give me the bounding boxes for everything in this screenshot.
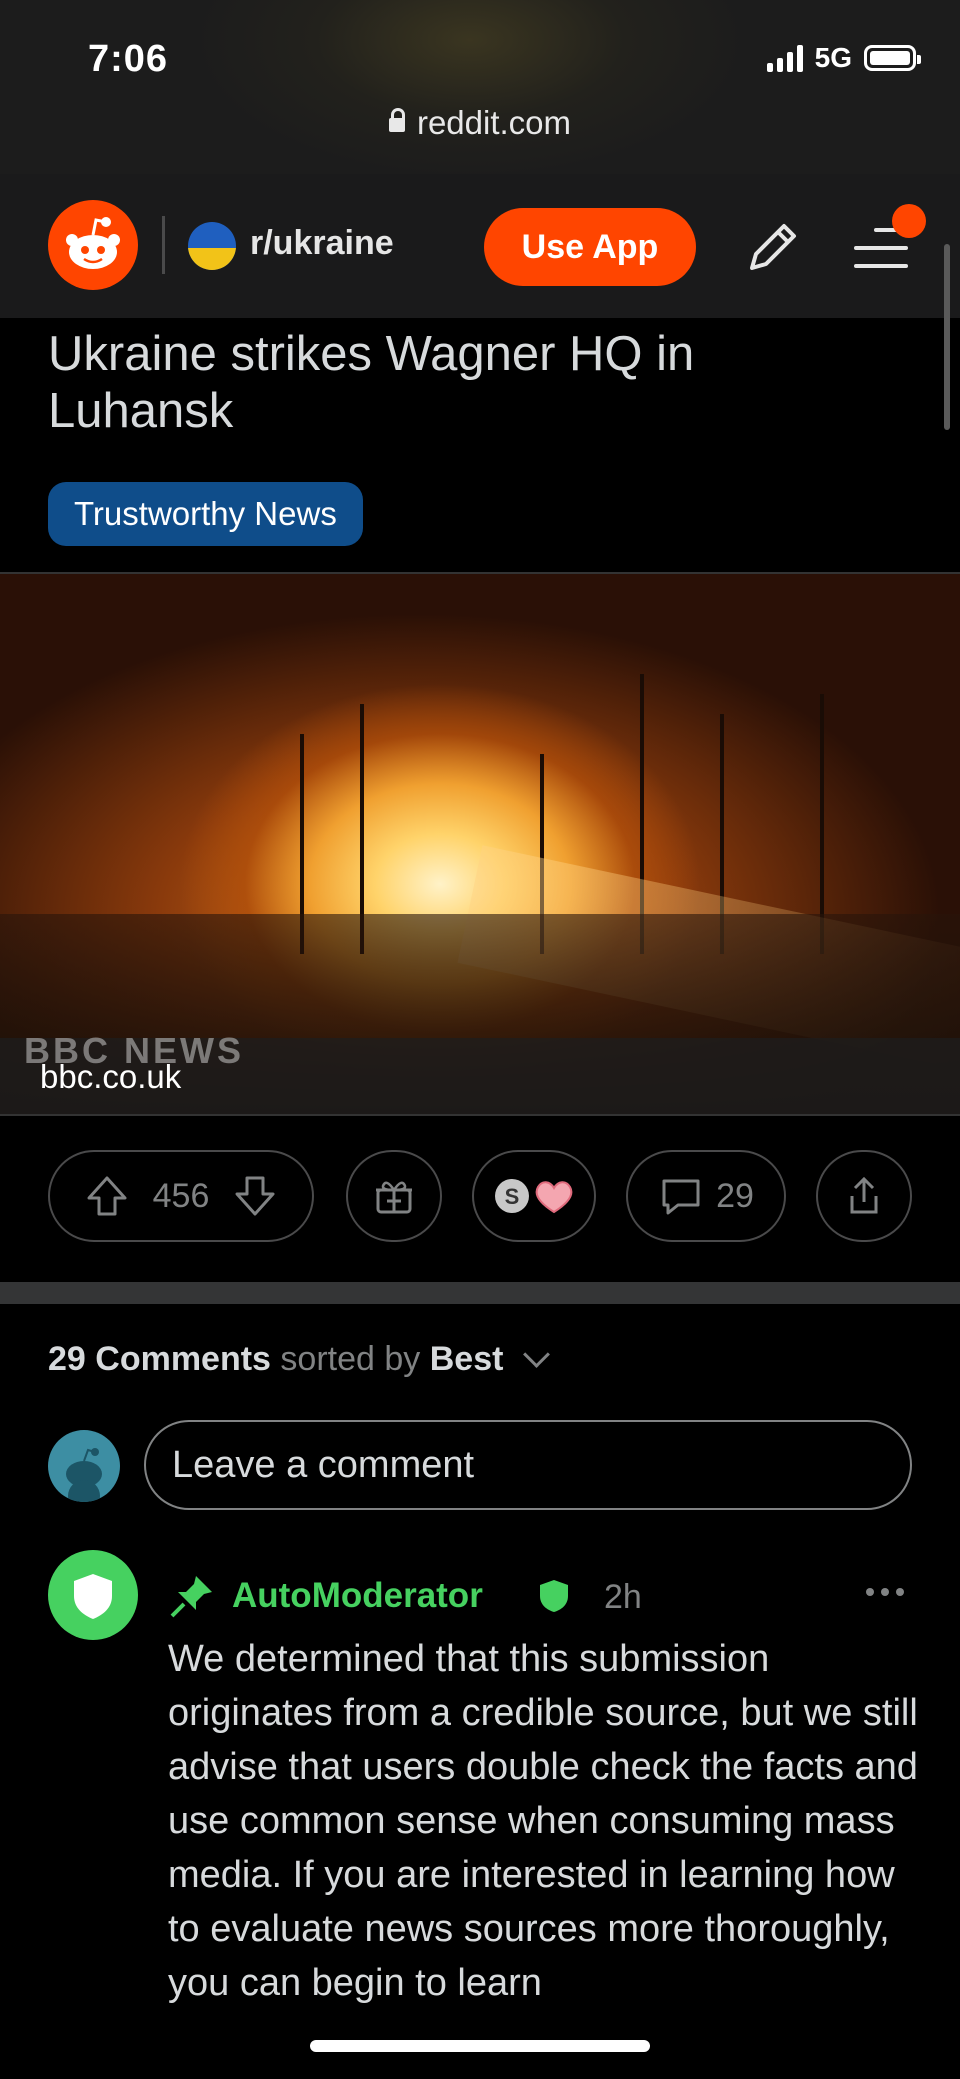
- sorted-by-label: sorted by: [280, 1340, 421, 1378]
- user-avatar[interactable]: [48, 1430, 120, 1502]
- pinned-icon: [168, 1572, 216, 1620]
- awards-display[interactable]: S: [472, 1150, 596, 1242]
- moderator-shield-icon: [538, 1578, 570, 1614]
- home-indicator[interactable]: [310, 2040, 650, 2052]
- silver-award-icon: S: [495, 1179, 529, 1213]
- page-scrollbar[interactable]: [944, 244, 950, 430]
- status-time: 7:06: [88, 38, 169, 80]
- post-action-bar: 456 S 29: [0, 1150, 960, 1246]
- create-post-pencil-icon[interactable]: [742, 216, 804, 278]
- comment-bubble-icon: [662, 1179, 700, 1215]
- lock-icon: [388, 108, 405, 132]
- url-text: reddit.com: [416, 104, 572, 141]
- address-bar[interactable]: reddit.com: [0, 104, 960, 142]
- reddit-logo-icon[interactable]: [48, 200, 138, 290]
- award-button[interactable]: [346, 1150, 442, 1242]
- status-bar: 7:06 5G reddit.com: [0, 0, 960, 174]
- more-options-icon[interactable]: [866, 1588, 904, 1596]
- share-button[interactable]: [816, 1150, 912, 1242]
- subreddit-avatar[interactable]: [188, 222, 236, 270]
- automoderator-avatar[interactable]: [48, 1550, 138, 1640]
- upvote-icon[interactable]: [84, 1173, 130, 1219]
- vote-score: 456: [152, 1176, 210, 1215]
- sort-value[interactable]: Best: [430, 1340, 504, 1378]
- chevron-down-icon[interactable]: [522, 1341, 550, 1368]
- post-flair[interactable]: Trustworthy News: [48, 482, 363, 546]
- comment-author[interactable]: AutoModerator: [232, 1576, 483, 1616]
- comments-sort-bar[interactable]: 29 Comments sorted by Best: [48, 1340, 550, 1379]
- status-indicators: 5G: [766, 42, 921, 74]
- post-title[interactable]: Ukraine strikes Wagner HQ in Luhansk: [48, 326, 868, 440]
- post-media-thumbnail[interactable]: BBC NEWS bbc.co.uk: [0, 572, 960, 1116]
- comments-button[interactable]: 29: [626, 1150, 786, 1242]
- comment-age: 2h: [604, 1578, 642, 1616]
- notification-dot: [892, 204, 926, 238]
- comments-count: 29: [716, 1176, 754, 1215]
- downvote-icon[interactable]: [232, 1173, 278, 1219]
- comments-count-label: 29 Comments: [48, 1340, 271, 1378]
- section-separator: [0, 1282, 960, 1304]
- share-icon: [850, 1176, 878, 1214]
- link-domain[interactable]: bbc.co.uk: [40, 1058, 181, 1096]
- use-app-button[interactable]: Use App: [484, 208, 696, 286]
- comment-input[interactable]: [144, 1420, 912, 1510]
- vote-pill: 456: [48, 1150, 314, 1242]
- subreddit-name[interactable]: r/ukraine: [250, 224, 394, 263]
- wholesome-award-icon: [535, 1181, 573, 1214]
- network-type: 5G: [814, 42, 852, 73]
- svg-text:S: S: [505, 1184, 520, 1209]
- signal-icon: [766, 44, 803, 72]
- gift-icon: [376, 1181, 412, 1214]
- comment-body: We determined that this submission origi…: [168, 1638, 918, 2004]
- battery-icon: [864, 45, 921, 71]
- header-divider: [162, 216, 165, 274]
- reddit-header: r/ukraine Use App: [0, 174, 960, 318]
